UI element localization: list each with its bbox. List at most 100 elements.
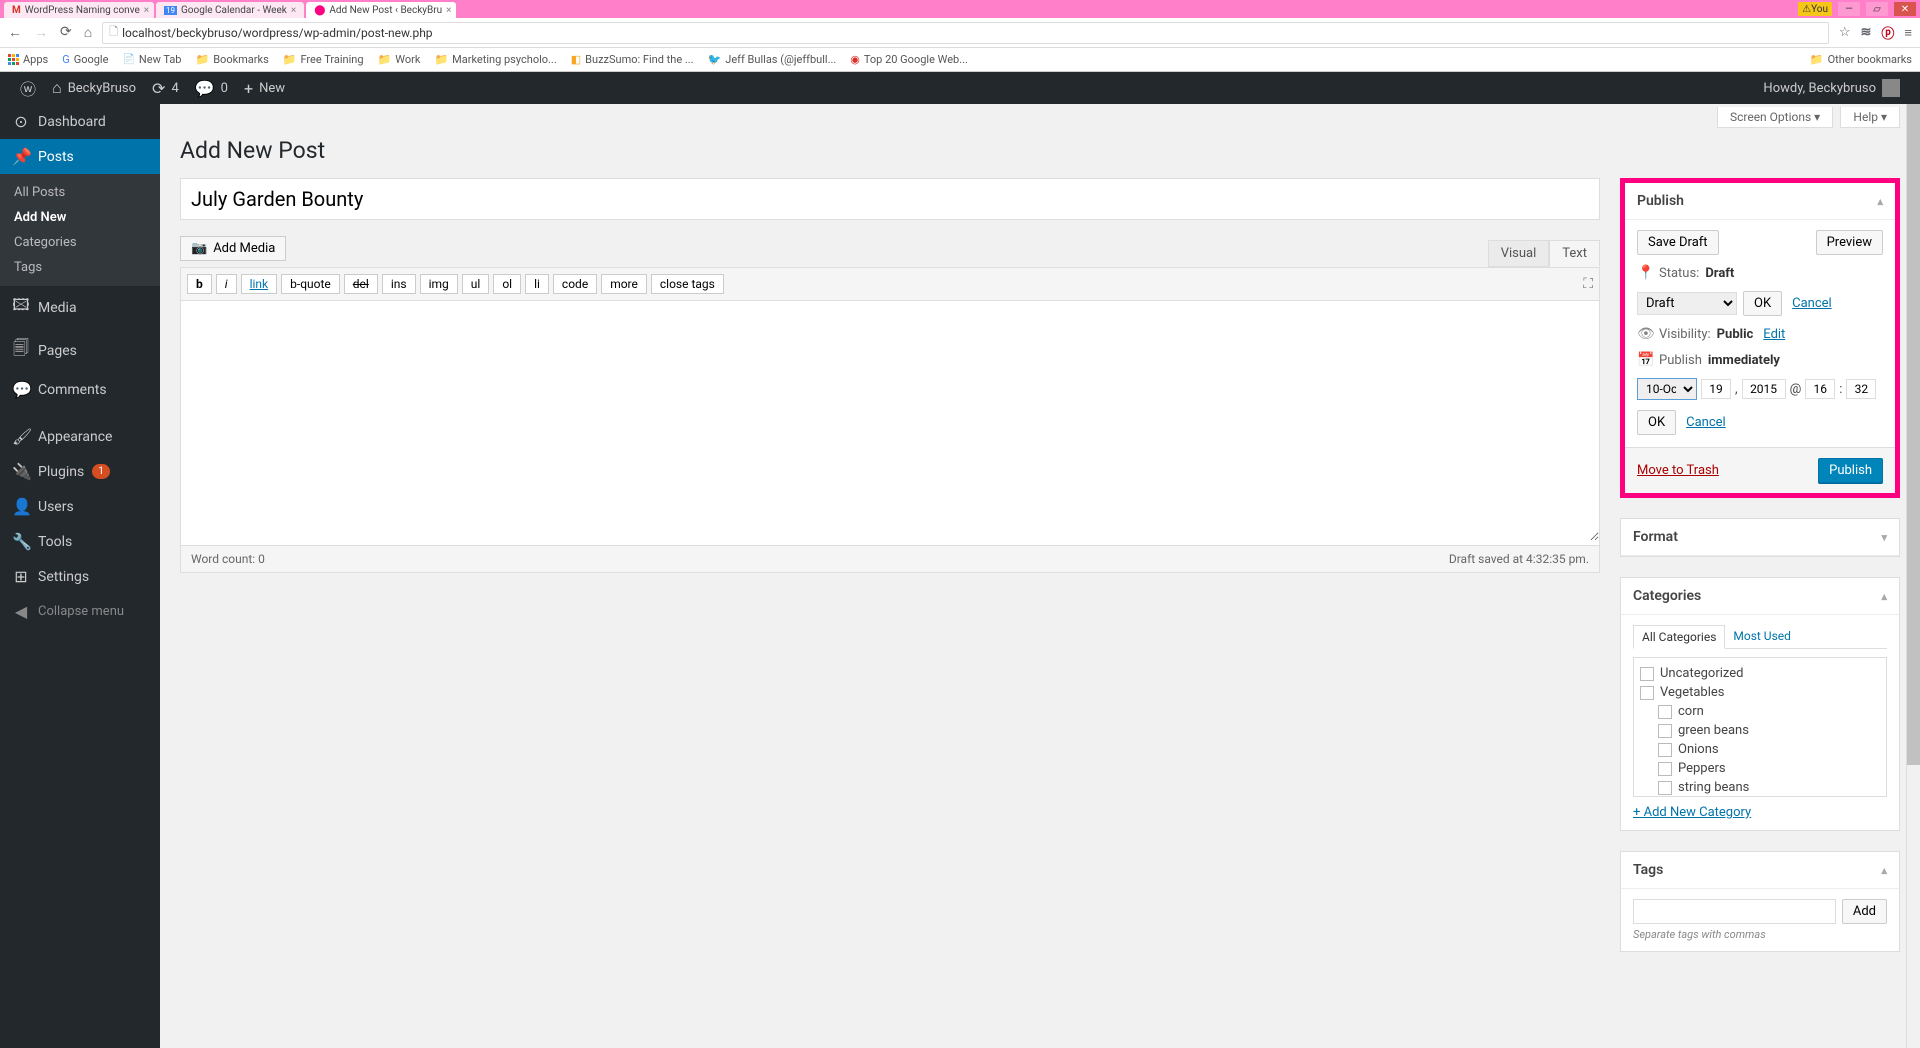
submenu-all-posts[interactable]: All Posts <box>0 180 160 205</box>
tab-text[interactable]: Text <box>1549 240 1600 267</box>
bookmark-newtab[interactable]: New Tab <box>122 53 181 66</box>
bookmark-folder[interactable]: Free Training <box>283 53 364 66</box>
publish-title[interactable]: Publish▴ <box>1625 183 1895 220</box>
qt-li[interactable]: li <box>525 274 549 294</box>
tag-input[interactable] <box>1633 899 1836 924</box>
format-title[interactable]: Format▾ <box>1621 519 1899 556</box>
reload-button[interactable]: ⟳ <box>60 24 72 41</box>
menu-tools[interactable]: 🔧Tools <box>0 524 160 559</box>
checkbox[interactable] <box>1658 762 1672 776</box>
submenu-categories[interactable]: Categories <box>0 230 160 255</box>
category-item[interactable]: green beans <box>1640 721 1880 740</box>
bookmark-twitter[interactable]: 🐦Jeff Bullas (@jeffbull... <box>708 53 837 66</box>
save-draft-button[interactable]: Save Draft <box>1637 230 1719 255</box>
apps-button[interactable]: Apps <box>8 53 48 66</box>
qt-ol[interactable]: ol <box>493 274 521 294</box>
checkbox[interactable] <box>1658 743 1672 757</box>
status-cancel-link[interactable]: Cancel <box>1792 296 1832 311</box>
qt-italic[interactable]: i <box>216 274 237 294</box>
comments[interactable]: 💬0 <box>187 79 236 98</box>
other-bookmarks[interactable]: Other bookmarks <box>1810 53 1912 66</box>
pinterest-icon[interactable]: ⓟ <box>1881 23 1894 42</box>
qt-ul[interactable]: ul <box>462 274 490 294</box>
menu-settings[interactable]: ⊞Settings <box>0 559 160 594</box>
qt-blockquote[interactable]: b-quote <box>281 274 340 294</box>
menu-media[interactable]: 🖾Media <box>0 286 160 329</box>
qt-bold[interactable]: b <box>187 274 212 294</box>
fullscreen-icon[interactable]: ⛶ <box>1583 276 1593 292</box>
tab-all-categories[interactable]: All Categories <box>1633 625 1725 649</box>
close-icon[interactable]: × <box>144 5 149 16</box>
collapse-menu[interactable]: ◀Collapse menu <box>0 594 160 629</box>
date-ok-button[interactable]: OK <box>1637 410 1676 435</box>
bookmark-buzzsumo[interactable]: ◧BuzzSumo: Find the ... <box>571 53 694 66</box>
maximize-button[interactable]: ▱ <box>1866 2 1888 16</box>
add-category-link[interactable]: + Add New Category <box>1633 805 1751 820</box>
new-content[interactable]: +New <box>236 79 293 98</box>
close-icon[interactable]: × <box>291 5 296 16</box>
home-button[interactable]: ⌂ <box>84 24 92 41</box>
preview-button[interactable]: Preview <box>1816 230 1883 255</box>
month-select[interactable]: 10-Oct <box>1637 378 1697 400</box>
updates[interactable]: ⟳4 <box>144 79 187 98</box>
status-select[interactable]: Draft <box>1637 292 1737 315</box>
category-item[interactable]: Onions <box>1640 740 1880 759</box>
qt-more[interactable]: more <box>601 274 647 294</box>
bookmark-folder[interactable]: Marketing psycholo... <box>434 53 556 66</box>
categories-title[interactable]: Categories▴ <box>1621 578 1899 615</box>
date-cancel-link[interactable]: Cancel <box>1686 415 1726 430</box>
help-button[interactable]: Help ▾ <box>1840 107 1900 128</box>
status-ok-button[interactable]: OK <box>1743 291 1782 316</box>
bookmark-google[interactable]: GGoogle <box>62 53 108 66</box>
qt-close-tags[interactable]: close tags <box>651 274 724 294</box>
tab-most-used[interactable]: Most Used <box>1725 625 1799 648</box>
bookmark-folder[interactable]: Bookmarks <box>195 53 268 66</box>
tags-title[interactable]: Tags▴ <box>1621 852 1899 889</box>
submenu-add-new[interactable]: Add New <box>0 205 160 230</box>
category-item[interactable]: Vegetables <box>1640 683 1880 702</box>
content-textarea[interactable] <box>181 301 1599 541</box>
qt-img[interactable]: img <box>420 274 458 294</box>
menu-plugins[interactable]: 🔌Plugins1 <box>0 454 160 489</box>
browser-tab-gmail[interactable]: M WordPress Naming conve × <box>4 2 154 18</box>
category-item[interactable]: string beans <box>1640 778 1880 797</box>
hour-input[interactable] <box>1805 379 1835 399</box>
day-input[interactable] <box>1701 379 1731 399</box>
minute-input[interactable] <box>1846 379 1876 399</box>
bookmark-folder[interactable]: Work <box>378 53 421 66</box>
menu-appearance[interactable]: 🖌Appearance <box>0 419 160 454</box>
qt-ins[interactable]: ins <box>382 274 416 294</box>
category-item[interactable]: Uncategorized <box>1640 664 1880 683</box>
screen-options-button[interactable]: Screen Options ▾ <box>1717 107 1833 128</box>
category-item[interactable]: corn <box>1640 702 1880 721</box>
qt-link[interactable]: link <box>241 274 278 294</box>
star-icon[interactable]: ☆ <box>1839 25 1851 40</box>
scroll-thumb[interactable] <box>1907 104 1920 765</box>
menu-pages[interactable]: 🗐Pages <box>0 329 160 372</box>
browser-tab-calendar[interactable]: 19 Google Calendar - Week × <box>156 2 304 18</box>
forward-button[interactable]: → <box>34 24 48 41</box>
close-icon[interactable]: × <box>446 5 451 16</box>
howdy[interactable]: Howdy, Beckybruso <box>1755 79 1908 97</box>
year-input[interactable] <box>1742 379 1786 399</box>
post-title-input[interactable] <box>180 178 1600 220</box>
tab-visual[interactable]: Visual <box>1488 240 1550 267</box>
checkbox[interactable] <box>1640 686 1654 700</box>
menu-comments[interactable]: 💬Comments <box>0 372 160 407</box>
add-tag-button[interactable]: Add <box>1842 899 1887 924</box>
back-button[interactable]: ← <box>8 24 22 41</box>
browser-tab-wordpress[interactable]: ⬤ Add New Post ‹ BeckyBru × <box>306 2 456 18</box>
trash-link[interactable]: Move to Trash <box>1637 463 1719 478</box>
minimize-button[interactable]: — <box>1838 2 1860 16</box>
qt-code[interactable]: code <box>553 274 597 294</box>
window-close-button[interactable]: ✕ <box>1894 2 1916 16</box>
bookmark-google-web[interactable]: ◉Top 20 Google Web... <box>850 53 968 66</box>
menu-icon[interactable]: ≡ <box>1904 25 1912 41</box>
add-media-button[interactable]: 📷Add Media <box>180 236 286 261</box>
visibility-edit-link[interactable]: Edit <box>1763 327 1785 342</box>
page-scrollbar[interactable] <box>1906 104 1920 1048</box>
wp-logo[interactable]: ⓦ <box>12 76 44 100</box>
site-name[interactable]: ⌂BeckyBruso <box>44 78 144 98</box>
checkbox[interactable] <box>1640 667 1654 681</box>
qt-del[interactable]: del <box>344 274 378 294</box>
